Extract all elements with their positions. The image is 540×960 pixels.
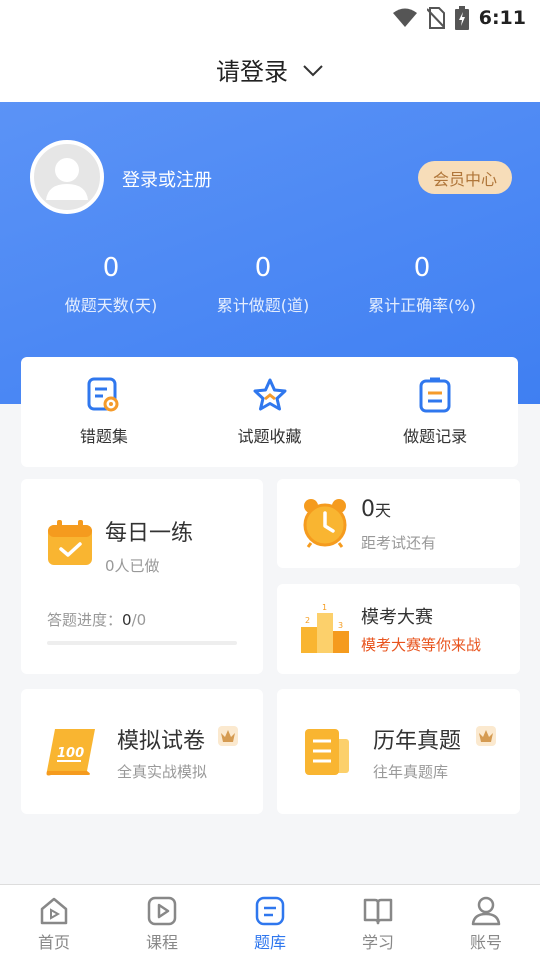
progress-label-text: 答题进度： [47, 611, 123, 629]
mock-contest-subtitle: 模考大赛等你来战 [361, 636, 482, 654]
avatar[interactable] [30, 140, 104, 214]
svg-text:100: 100 [57, 746, 84, 761]
home-icon [40, 897, 68, 925]
tab-question-bank[interactable]: 题库 [216, 885, 324, 960]
login-selector-title[interactable]: 请登录 [216, 52, 288, 87]
quick-label: 试题收藏 [237, 427, 302, 446]
quick-label: 错题集 [79, 427, 128, 446]
user-avatar-icon [46, 158, 88, 200]
exam-countdown-card[interactable]: 0天 距考试还有 [277, 479, 520, 568]
past-papers-title: 历年真题 [373, 729, 462, 754]
status-bar: 6:11 [0, 0, 540, 36]
tab-home[interactable]: 首页 [0, 885, 108, 960]
alarm-clock-icon [303, 499, 347, 548]
mock-contest-card[interactable]: 2 1 3 模考大赛 模考大赛等你来战 [277, 584, 520, 674]
stat-total-questions: 0 累计做题(道) [173, 252, 353, 316]
mock-paper-subtitle: 全真实战模拟 [117, 763, 208, 781]
stat-accuracy: 0 累计正确率(%) [332, 252, 512, 316]
chevron-down-icon[interactable] [302, 64, 324, 78]
account-icon [471, 896, 501, 926]
stat-label: 累计正确率(%) [368, 296, 476, 315]
tab-study[interactable]: 学习 [324, 885, 432, 960]
tab-label: 首页 [37, 933, 70, 952]
exam-days: 0天 [361, 497, 391, 522]
document-list-icon [305, 729, 349, 775]
battery-icon [454, 6, 469, 30]
question-bank-icon [255, 896, 285, 926]
header: 请登录 [0, 36, 540, 102]
calendar-check-icon [48, 520, 92, 565]
svg-text:2: 2 [305, 616, 310, 625]
vip-center-button[interactable]: 会员中心 [418, 161, 512, 194]
wrong-questions-icon [87, 377, 119, 412]
stat-value: 0 [413, 253, 431, 283]
quick-item-records[interactable]: 做题记录 [352, 357, 518, 467]
tab-label: 账号 [469, 933, 502, 952]
progress-total: /0 [131, 611, 147, 629]
daily-practice-card[interactable]: 每日一练 0人已做 答题进度：0/0 [21, 479, 263, 674]
star-icon [253, 378, 286, 411]
crown-icon [218, 726, 238, 746]
exam-days-value: 0 [361, 497, 375, 522]
tab-courses[interactable]: 课程 [108, 885, 216, 960]
status-time: 6:11 [478, 7, 526, 29]
daily-practice-count: 0人已做 [105, 557, 160, 575]
progress-bar [47, 641, 237, 645]
exam-days-unit: 天 [375, 501, 392, 520]
wifi-icon [392, 8, 417, 27]
record-icon [419, 377, 451, 413]
status-icons: 6:11 [392, 6, 526, 30]
stat-value: 0 [254, 253, 272, 283]
progress-label: 答题进度：0/0 [47, 609, 146, 630]
mock-paper-title: 模拟试卷 [117, 729, 206, 754]
mock-contest-title: 模考大赛 [361, 607, 433, 628]
book-icon [363, 898, 393, 925]
no-sim-icon [426, 7, 445, 29]
tab-account[interactable]: 账号 [432, 885, 540, 960]
daily-practice-title: 每日一练 [105, 521, 194, 546]
quick-item-favorites[interactable]: 试题收藏 [187, 357, 353, 467]
progress-value: 0 [122, 611, 132, 629]
login-register-link[interactable]: 登录或注册 [122, 166, 212, 192]
stat-label: 累计做题(道) [216, 296, 310, 315]
svg-text:3: 3 [338, 621, 343, 630]
exam-countdown-label: 距考试还有 [361, 534, 437, 552]
scroll-100-icon: 100 [46, 729, 95, 776]
past-papers-card[interactable]: 历年真题 往年真题库 [277, 689, 520, 814]
tab-label: 课程 [145, 933, 178, 952]
course-icon [147, 896, 177, 926]
quick-actions-card: 错题集 试题收藏 做题记录 [21, 357, 518, 467]
tab-label: 学习 [361, 933, 394, 952]
mock-paper-card[interactable]: 100 模拟试卷 全真实战模拟 [21, 689, 263, 814]
quick-item-wrong-questions[interactable]: 错题集 [21, 357, 187, 467]
crown-icon [476, 726, 496, 746]
tab-label: 题库 [253, 933, 286, 952]
svg-text:1: 1 [322, 603, 327, 612]
bottom-tab-bar: 首页 课程 题库 学习 账号 [0, 884, 540, 960]
quick-label: 做题记录 [403, 427, 468, 446]
podium-icon: 2 1 3 [301, 603, 349, 653]
past-papers-subtitle: 往年真题库 [373, 763, 449, 781]
